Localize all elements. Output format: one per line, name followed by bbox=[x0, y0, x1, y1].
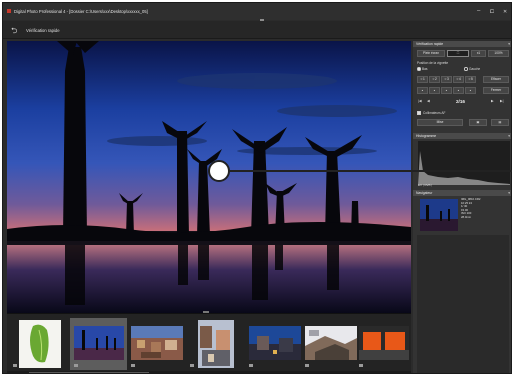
toolbar: ⮌ Vérification rapide bbox=[3, 21, 511, 39]
clear-rating-button[interactable]: Effacer bbox=[483, 76, 509, 83]
toolbar-mode-label: Vérification rapide bbox=[26, 28, 60, 33]
app-logo-icon bbox=[7, 9, 11, 13]
thumbnail-2-badge bbox=[74, 364, 78, 367]
fit-screen-button[interactable]: Plein écran bbox=[417, 50, 445, 57]
thumbnail-3-image bbox=[131, 326, 183, 360]
zoom-percent-select[interactable]: 100% bbox=[488, 50, 509, 57]
window-title: Digital Photo Professional 4 - [Dossier … bbox=[14, 9, 148, 14]
rating-2-button[interactable]: ☆2 bbox=[429, 76, 440, 83]
maximize-button[interactable]: ⧠ bbox=[490, 9, 494, 15]
thumbnail-5-badge bbox=[249, 364, 253, 367]
position-left-label: Gauche bbox=[469, 67, 481, 71]
thumbnail-2-image bbox=[74, 326, 124, 360]
rating-1-button[interactable]: ☆1 bbox=[417, 76, 428, 83]
histogram-toggle-icon[interactable]: ▾ bbox=[508, 134, 510, 138]
close-button[interactable]: ✕ bbox=[503, 9, 507, 15]
thumbnail-3-badge bbox=[131, 364, 135, 367]
fit-frame-icon[interactable]: ⛶ bbox=[447, 50, 469, 57]
position-bottom-label: Bas bbox=[422, 67, 428, 71]
panel-empty-area bbox=[417, 235, 509, 373]
histogram-panel-title: Histogramme bbox=[416, 134, 437, 138]
navigator-thumbnail[interactable] bbox=[420, 199, 458, 231]
callout-marker bbox=[208, 160, 230, 182]
thumbnail-7[interactable] bbox=[357, 318, 411, 370]
quickcheck-panel-header: Vérification rapide ▾ bbox=[413, 41, 511, 47]
histogram-panel-header: Histogramme ▾ bbox=[413, 133, 511, 139]
thumbnail-4-badge bbox=[190, 364, 194, 367]
quickcheck-panel-title: Vérification rapide bbox=[416, 42, 444, 46]
thumbnail-7-badge bbox=[359, 364, 363, 367]
copy-icon[interactable]: ▤ bbox=[491, 119, 509, 126]
histogram-chart bbox=[418, 141, 510, 185]
thumbnail-5[interactable] bbox=[247, 318, 304, 370]
right-panel: Vérification rapide ▾ Plein écran ⛶ x1 1… bbox=[413, 41, 511, 373]
thumbnail-3[interactable] bbox=[129, 318, 186, 370]
color-label-3-button[interactable]: ● bbox=[441, 87, 452, 94]
color-label-4-button[interactable]: ● bbox=[453, 87, 464, 94]
rating-5-button[interactable]: ☆5 bbox=[465, 76, 476, 83]
previous-image-icon[interactable]: ◀ bbox=[427, 99, 430, 103]
filmstrip-scrollbar[interactable] bbox=[7, 371, 411, 373]
navigator-info: IMG_0810.CR2 10:25 24 1/ 30 f/4.00 ISO 1… bbox=[461, 197, 480, 220]
af-points-label: Collimateurs AF bbox=[423, 111, 446, 115]
navigator-panel-title: Navigateur bbox=[416, 191, 433, 195]
thumbnail-1[interactable] bbox=[11, 318, 68, 370]
thumbnail-1-image bbox=[19, 320, 61, 368]
minimize-button[interactable]: – bbox=[477, 8, 480, 14]
panel-close-icon[interactable]: ▾ bbox=[508, 42, 510, 46]
filmstrip[interactable] bbox=[7, 313, 411, 371]
menu-button[interactable]: Mise bbox=[417, 119, 463, 126]
first-image-icon[interactable]: |◀ bbox=[418, 99, 422, 103]
color-label-1-button[interactable]: ● bbox=[417, 87, 428, 94]
position-bottom-radio[interactable] bbox=[417, 67, 421, 71]
navigator-panel-header: Navigateur ▾ bbox=[413, 190, 511, 196]
color-label-2-button[interactable]: ● bbox=[429, 87, 440, 94]
next-image-icon[interactable]: ▶ bbox=[491, 99, 494, 103]
back-arrow-icon[interactable]: ⮌ bbox=[11, 25, 17, 39]
thumbnail-6-image bbox=[305, 326, 357, 360]
title-bar: Digital Photo Professional 4 - [Dossier … bbox=[3, 3, 511, 20]
thumbnail-6[interactable] bbox=[303, 318, 360, 370]
thumbnail-5-image bbox=[249, 326, 301, 360]
position-left-radio[interactable] bbox=[464, 67, 468, 71]
callout-line bbox=[219, 170, 512, 172]
thumbnail-position-label: Position de la vignette bbox=[417, 61, 449, 65]
color-label-5-button[interactable]: ● bbox=[465, 87, 476, 94]
save-icon[interactable]: ▣ bbox=[469, 119, 487, 126]
thumbnail-4[interactable] bbox=[188, 318, 245, 370]
scrollbar-thumb[interactable] bbox=[29, 372, 149, 373]
last-image-icon[interactable]: ▶| bbox=[500, 99, 504, 103]
thumbnail-2-selected[interactable] bbox=[70, 318, 127, 370]
rating-4-button[interactable]: ☆4 bbox=[453, 76, 464, 83]
close-check-button[interactable]: Fermer bbox=[483, 87, 509, 94]
thumbnail-6-badge bbox=[305, 364, 309, 367]
page-counter: 2/16 bbox=[456, 99, 465, 104]
af-points-checkbox[interactable] bbox=[417, 111, 421, 115]
nav-focal: 28.0mm bbox=[461, 214, 472, 219]
navigator-toggle-icon[interactable]: ▾ bbox=[508, 191, 510, 195]
thumbnail-4-image bbox=[198, 320, 234, 368]
thumbnail-7-image bbox=[359, 326, 409, 360]
histogram-tab-row[interactable]: EV | RVB | bbox=[418, 183, 432, 187]
thumbnail-1-badge bbox=[13, 364, 17, 367]
rating-3-button[interactable]: ☆3 bbox=[441, 76, 452, 83]
app-window: Digital Photo Professional 4 - [Dossier … bbox=[2, 2, 512, 374]
zoom-1x-button[interactable]: x1 bbox=[471, 50, 486, 57]
